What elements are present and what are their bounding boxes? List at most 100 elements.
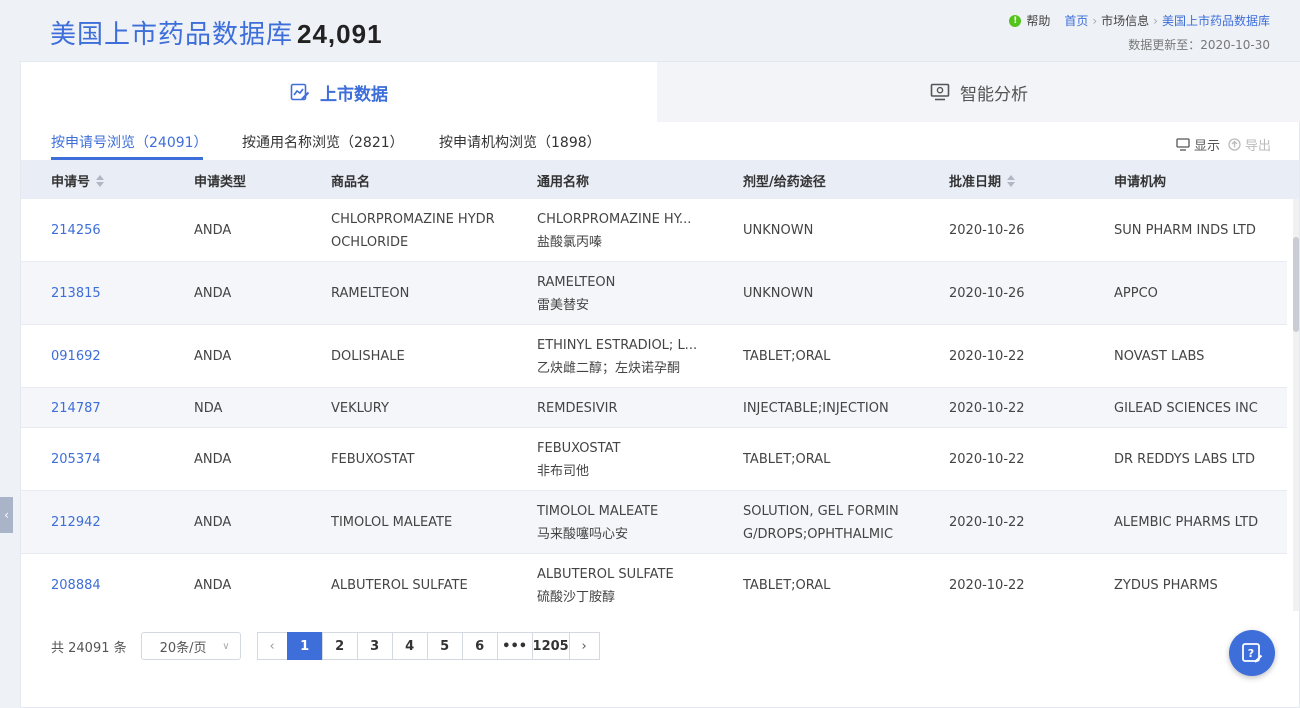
cell-type: ANDA: [194, 282, 231, 305]
export-button[interactable]: 导出: [1228, 135, 1271, 154]
cell-generic-name-line: ALBUTEROL SULFATE: [537, 567, 674, 582]
cell-trade-name: TIMOLOL MALEATE: [331, 511, 452, 534]
page-button[interactable]: 5: [426, 632, 463, 660]
cell-appl-no-line: 205374: [51, 452, 101, 467]
cell-approval-date: 2020-10-26: [949, 282, 1025, 305]
next-page-button[interactable]: ›: [568, 632, 600, 660]
cell-dosage: SOLUTION, GEL FORMIN G/DROPS;OPHTHALMIC: [743, 500, 899, 546]
help-link[interactable]: 帮助: [1026, 12, 1050, 29]
sort-icon[interactable]: [96, 174, 105, 187]
table-row[interactable]: 091692 ANDA DOLISHALE ETHINYL ESTRADIOL; L.…: [21, 325, 1287, 388]
subnav-by-applicant[interactable]: 按申请机构浏览（1898）: [439, 132, 601, 152]
subnav-by-generic-name[interactable]: 按通用名称浏览（2821）: [242, 132, 404, 152]
cell-generic-name-line: TIMOLOL MALEATE: [537, 504, 659, 519]
cell-approval-date-line: 2020-10-22: [949, 401, 1025, 416]
cell-generic-name-line: REMDESIVIR: [537, 401, 618, 416]
page-button[interactable]: 3: [356, 632, 393, 660]
cell-approval-date-line: 2020-10-22: [949, 452, 1025, 467]
page-button[interactable]: 1: [286, 632, 323, 660]
cell-dosage: TABLET;ORAL: [743, 448, 830, 471]
cell-generic-name-line: 盐酸氯丙嗪: [537, 235, 603, 250]
tab-smart-analysis[interactable]: 智能分析: [657, 62, 1300, 122]
table-scrollbar-thumb[interactable]: [1293, 237, 1299, 332]
feedback-button[interactable]: ?: [1229, 630, 1275, 676]
cell-appl-no-line: 208884: [51, 578, 101, 593]
cell-dosage-line: TABLET;ORAL: [743, 349, 831, 364]
cell-generic-name-line: RAMELTEON: [537, 275, 616, 290]
cell-generic-name: FEBUXOSTAT 非布司他: [537, 437, 620, 483]
cell-generic-name-line: FEBUXOSTAT: [537, 441, 621, 456]
cell-appl-no[interactable]: 214787: [51, 397, 101, 420]
breadcrumb-separator-icon: ›: [1153, 13, 1158, 28]
chevron-left-icon: ‹: [269, 638, 275, 654]
display-button[interactable]: 显示: [1176, 135, 1220, 154]
main-card: 上市数据 智能分析 按申请号浏览（24091） 按通用名称浏览（2821） 按申…: [20, 61, 1300, 708]
breadcrumb-market[interactable]: 市场信息: [1101, 12, 1149, 29]
page-button[interactable]: 1205: [531, 632, 570, 660]
export-icon: [1228, 138, 1241, 151]
cell-type: NDA: [194, 397, 222, 420]
cell-generic-name-line: CHLORPROMAZINE HY...: [537, 212, 692, 227]
cell-type: ANDA: [194, 574, 231, 597]
page-button[interactable]: 4: [391, 632, 428, 660]
sort-icon[interactable]: [1007, 174, 1016, 187]
cell-type: ANDA: [194, 448, 231, 471]
cell-trade-name: DOLISHALE: [331, 345, 405, 368]
cell-appl-no[interactable]: 212942: [51, 511, 101, 534]
cell-applicant: NOVAST LABS: [1114, 345, 1204, 368]
cell-appl-no-line: 214256: [51, 223, 101, 238]
table-row[interactable]: 212942 ANDA TIMOLOL MALEATE TIMOLOL MALEATE…: [21, 491, 1287, 554]
subnav-by-appl-no[interactable]: 按申请号浏览（24091）: [51, 132, 208, 152]
page-button[interactable]: 6: [461, 632, 498, 660]
cell-type-line: ANDA: [194, 286, 232, 301]
tab-market-data[interactable]: 上市数据: [21, 62, 657, 122]
table-row[interactable]: 213815 ANDA RAMELTEON RAMELTEON 雷美替安 UNKNOWN 2…: [21, 262, 1287, 325]
page-title-text: 美国上市药品数据库: [50, 20, 294, 50]
col-header-generic-name-label: 通用名称: [537, 175, 590, 190]
col-header-type: 申请类型: [194, 171, 246, 190]
prev-page-button[interactable]: ‹: [256, 632, 288, 660]
cell-dosage: INJECTABLE;INJECTION: [743, 397, 889, 420]
sidebar-collapse-button[interactable]: ‹: [0, 497, 13, 533]
page-buttons: ‹ 1 2 3 4 5 6 ••• 1205 ›: [256, 632, 600, 660]
cell-appl-no[interactable]: 091692: [51, 345, 101, 368]
cell-approval-date-line: 2020-10-26: [949, 286, 1025, 301]
cell-type: ANDA: [194, 511, 231, 534]
table-row[interactable]: 214256 ANDA CHLORPROMAZINE HYDR OCHLORIDE CH…: [21, 199, 1287, 262]
table-row[interactable]: 208884 ANDA ALBUTEROL SULFATE ALBUTEROL SUL…: [21, 554, 1287, 611]
table-scrollbar[interactable]: [1293, 199, 1299, 611]
cell-trade-name-line: FEBUXOSTAT: [331, 452, 415, 467]
help-icon[interactable]: !: [1009, 14, 1022, 27]
cell-applicant-line: APPCO: [1114, 286, 1158, 301]
cell-appl-no[interactable]: 205374: [51, 448, 101, 471]
cell-trade-name: VEKLURY: [331, 397, 389, 420]
table-row[interactable]: 214787 NDA VEKLURY REMDESIVIR INJECTABLE;INJ…: [21, 388, 1287, 428]
cell-appl-no[interactable]: 214256: [51, 219, 101, 242]
table-row[interactable]: 205374 ANDA FEBUXOSTAT FEBUXOSTAT 非布司他 TABLET…: [21, 428, 1287, 491]
cell-applicant: ALEMBIC PHARMS LTD: [1114, 511, 1258, 534]
cell-dosage-line: SOLUTION, GEL FORMIN: [743, 504, 899, 519]
page-button[interactable]: 2: [321, 632, 358, 660]
col-header-trade-name-label: 商品名: [331, 175, 371, 190]
cell-appl-no[interactable]: 208884: [51, 574, 101, 597]
page-button[interactable]: •••: [496, 632, 533, 660]
chevron-down-icon: ∨: [222, 640, 230, 652]
cell-applicant-line: ZYDUS PHARMS: [1114, 578, 1218, 593]
cell-type-line: ANDA: [194, 578, 232, 593]
cell-appl-no[interactable]: 213815: [51, 282, 101, 305]
breadcrumb-home[interactable]: 首页: [1064, 12, 1088, 29]
page-title-bar: 美国上市药品数据库 24,091 ! 帮助 首页 › 市场信息 › 美国上市药品数…: [0, 0, 1300, 60]
cell-approval-date-line: 2020-10-26: [949, 223, 1025, 238]
col-header-appl-no-label: 申请号: [51, 175, 91, 190]
breadcrumb-current[interactable]: 美国上市药品数据库: [1162, 12, 1270, 29]
page-title: 美国上市药品数据库 24,091: [50, 14, 383, 51]
cell-dosage: TABLET;ORAL: [743, 574, 830, 597]
cell-trade-name-line: OCHLORIDE: [331, 235, 409, 250]
col-header-approval-date[interactable]: 批准日期: [949, 171, 1016, 190]
page-size-select[interactable]: 20条/页 ∨: [140, 632, 241, 660]
cell-applicant: GILEAD SCIENCES INC: [1114, 397, 1258, 420]
cell-type-line: ANDA: [194, 452, 232, 467]
cell-dosage-line: INJECTABLE;INJECTION: [743, 401, 889, 416]
help-edit-icon: ?: [1242, 643, 1263, 663]
col-header-appl-no[interactable]: 申请号: [51, 171, 105, 190]
